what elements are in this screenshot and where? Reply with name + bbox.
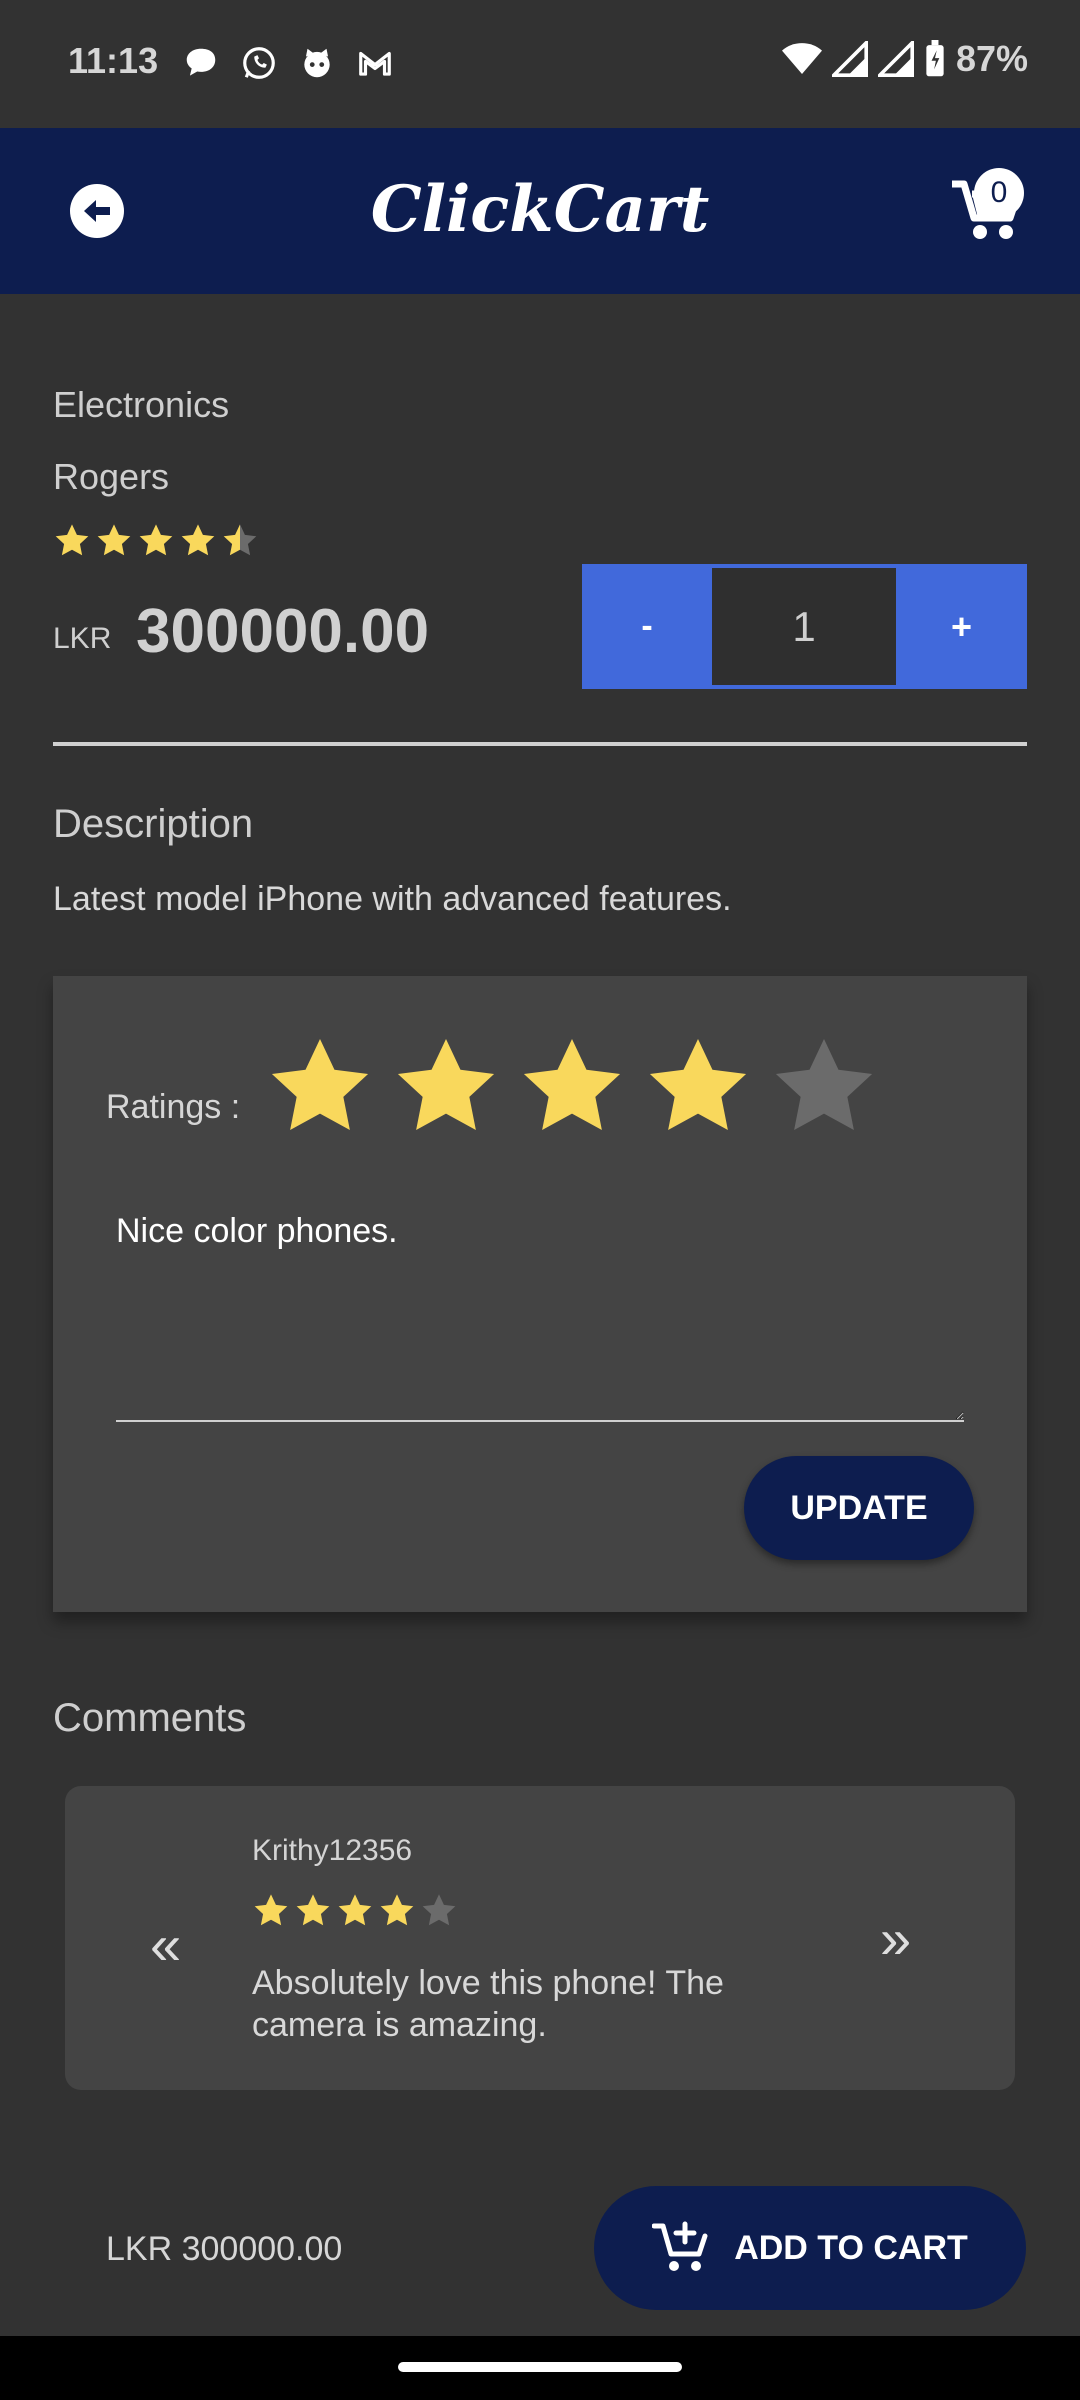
comment-star-3-icon [338,1894,372,1926]
product-price: 300000.00 [136,597,430,666]
battery-icon [926,40,944,77]
currency-label: LKR [53,622,112,655]
update-button[interactable]: UPDATE [744,1456,974,1560]
description-text: Latest model iPhone with advanced featur… [53,880,732,918]
description-heading: Description [53,802,254,846]
system-status: 87% [781,38,1028,80]
product-star-2-icon [97,524,131,556]
review-star-4-icon[interactable] [642,1032,754,1144]
review-star-3-icon[interactable] [516,1032,628,1144]
comments-heading: Comments [53,1696,247,1740]
double-chevron-right-icon[interactable]: » [880,1906,911,1971]
total-price: LKR 300000.00 [106,2230,343,2268]
add-to-cart-label: ADD TO CART [734,2228,968,2267]
product-star-5-icon [223,524,257,556]
ratings-label: Ratings : [106,1088,241,1126]
comment-rating-stars [252,1892,458,1930]
increase-quantity-button[interactable]: + [896,564,1027,689]
comment-star-5-icon [422,1894,456,1926]
cart-count-badge: 0 [974,168,1024,218]
double-chevron-left-icon[interactable]: « [150,1912,181,1977]
quantity-value[interactable]: 1 [712,568,896,685]
rating-star-selector[interactable] [264,1032,880,1144]
battery-percent: 87% [955,38,1028,79]
whatsapp-icon [243,47,275,79]
product-star-1-icon [55,524,89,556]
comment-star-4-icon [380,1894,414,1926]
signal-icon [831,41,868,77]
chat-bubble-icon [186,48,216,76]
cat-icon [304,48,330,78]
review-star-1-icon[interactable] [264,1032,376,1144]
app-brand-title: ClickCart [370,172,710,247]
add-cart-icon [652,2221,708,2271]
status-time: 11:13 [68,40,159,81]
product-rating-stars [53,522,259,560]
review-input[interactable] [116,1212,964,1422]
divider [53,742,1027,746]
signal-icon [877,41,914,77]
review-star-5-icon[interactable] [768,1032,880,1144]
product-brand: Rogers [53,456,170,497]
wifi-icon [781,43,822,74]
comment-username: Krithy12356 [252,1834,413,1867]
comment-star-1-icon [254,1894,288,1926]
comment-star-2-icon [296,1894,330,1926]
add-to-cart-button[interactable]: ADD TO CART [594,2186,1026,2310]
product-star-4-icon [181,524,215,556]
notification-icons [182,44,394,82]
home-indicator[interactable] [398,2362,682,2372]
comment-text: Absolutely love this phone! The camera i… [252,1964,724,2044]
product-category: Electronics [53,384,230,425]
decrease-quantity-button[interactable]: - [582,564,712,689]
review-star-2-icon[interactable] [390,1032,502,1144]
gmail-icon [359,51,391,76]
product-star-3-icon [139,524,173,556]
